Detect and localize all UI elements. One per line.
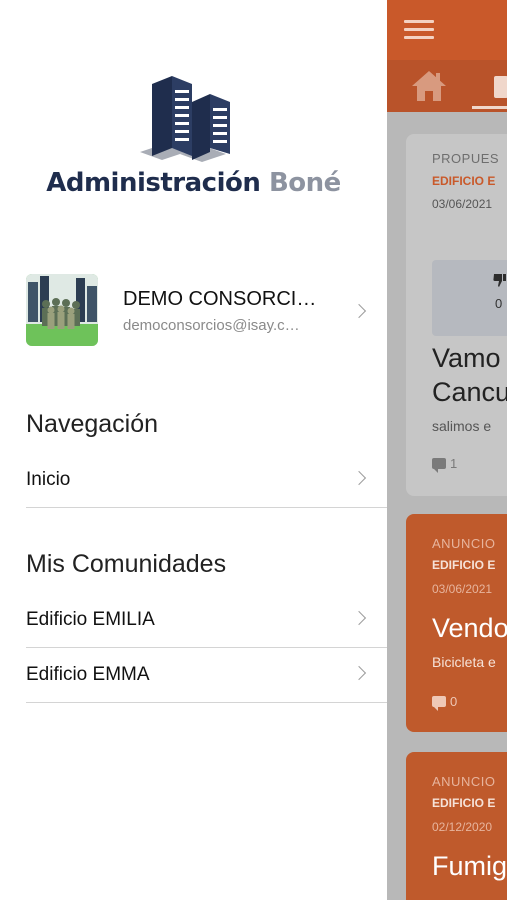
navigation-drawer: Administración Boné DEMO CONSORCI… democ…: [0, 0, 387, 900]
card-community: EDIFICIO E: [432, 558, 496, 572]
card-date: 03/06/2021: [432, 582, 493, 596]
feed-card[interactable]: ANUNCIO EDIFICIO E 03/06/2021 Vendo Bici…: [406, 514, 507, 732]
community-item-label: Edificio EMILIA: [26, 609, 155, 630]
nav-item-label: Inicio: [26, 469, 71, 490]
feed-card[interactable]: ANUNCIO EDIFICIO E 02/12/2020 Fumig: [406, 752, 507, 900]
card-description: salimos e: [432, 418, 492, 434]
card-kind: ANUNCIO: [432, 774, 496, 789]
avatar: [26, 274, 98, 346]
thumbs-down-icon: [493, 274, 506, 287]
feed-card[interactable]: PROPUES EDIFICIO E 03/06/2021 0 Vamo Can…: [406, 134, 507, 496]
community-item-label: Edificio EMMA: [26, 664, 150, 685]
user-profile[interactable]: DEMO CONSORCI… democonsorcios@isay.c…: [26, 274, 387, 348]
brand-name-accent: Boné: [268, 168, 341, 198]
card-title-line2: Cancu: [432, 377, 507, 407]
card-date: 03/06/2021: [432, 197, 493, 211]
brand-logo: Administración Boné: [0, 168, 387, 198]
card-title: Fumig: [432, 851, 507, 881]
nav-item-inicio[interactable]: Inicio: [26, 453, 387, 508]
comment-icon: [432, 696, 446, 711]
chevron-right-icon: [351, 470, 367, 486]
section-title-communities: Mis Comunidades: [26, 550, 227, 578]
brand-name: Administración: [46, 168, 261, 198]
vote-box[interactable]: 0: [432, 260, 507, 336]
card-kind: PROPUES: [432, 151, 500, 166]
card-title: Vendo: [432, 613, 507, 643]
chevron-right-icon: [351, 303, 367, 319]
chevron-right-icon: [351, 665, 367, 681]
comment-icon: [432, 458, 446, 473]
comment-count: 0: [450, 694, 458, 709]
card-community: EDIFICIO E: [432, 796, 496, 810]
profile-name: DEMO CONSORCI…: [123, 288, 317, 310]
card-comments[interactable]: 1: [432, 456, 458, 473]
community-item-emilia[interactable]: Edificio EMILIA: [26, 593, 387, 648]
menu-icon[interactable]: [404, 20, 434, 42]
card-date: 02/12/2020: [432, 820, 493, 834]
buildings-logo-icon: [134, 74, 238, 164]
section-title-navigation: Navegación: [26, 410, 159, 438]
tab-announcements[interactable]: [472, 72, 507, 110]
vote-count: 0: [495, 296, 503, 311]
card-kind: ANUNCIO: [432, 536, 496, 551]
chevron-right-icon: [351, 610, 367, 626]
card-title: Vamo: [432, 343, 501, 373]
card-community: EDIFICIO E: [432, 174, 496, 188]
community-item-emma[interactable]: Edificio EMMA: [26, 648, 387, 703]
home-icon[interactable]: [410, 68, 448, 104]
profile-email: democonsorcios@isay.c…: [123, 317, 300, 334]
comment-count: 1: [450, 456, 458, 471]
card-comments[interactable]: 0: [432, 694, 458, 711]
card-description: Bicicleta e: [432, 654, 496, 670]
